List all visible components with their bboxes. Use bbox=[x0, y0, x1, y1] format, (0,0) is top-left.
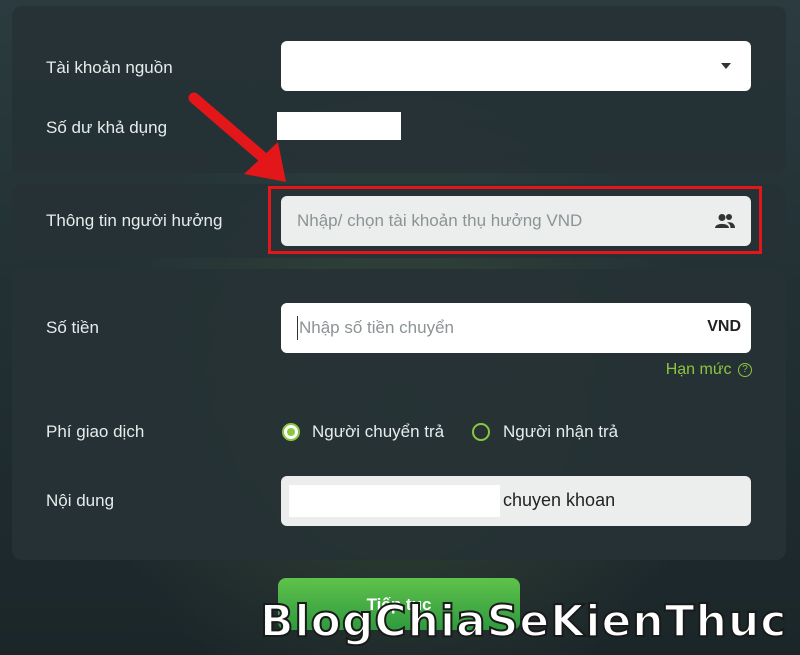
watermark-logo: BlogChiaSeKienThuc bbox=[259, 595, 788, 648]
currency-label: VND bbox=[707, 318, 741, 335]
fee-sender-label[interactable]: Người chuyển trả bbox=[312, 422, 444, 442]
amount-label: Số tiền bbox=[46, 318, 99, 337]
fee-receiver-radio[interactable] bbox=[472, 423, 490, 441]
amount-placeholder: Nhập số tiền chuyển bbox=[299, 318, 454, 337]
amount-input[interactable]: Nhập số tiền chuyển VND bbox=[281, 303, 751, 353]
highlight-box bbox=[268, 186, 762, 254]
source-account-card: Tài khoản nguồn Số dư khả dụng bbox=[12, 6, 786, 173]
fee-receiver-label[interactable]: Người nhận trả bbox=[503, 422, 618, 442]
transfer-details-card: Số tiền Nhập số tiền chuyển VND Hạn mức … bbox=[12, 269, 786, 560]
fee-sender-radio[interactable] bbox=[282, 423, 300, 441]
content-value-suffix: chuyen khoan bbox=[503, 490, 616, 510]
balance-label: Số dư khả dụng bbox=[46, 118, 168, 137]
content-input[interactable]: chuyen khoan bbox=[281, 476, 751, 526]
fee-label: Phí giao dịch bbox=[46, 422, 145, 441]
limit-link[interactable]: Hạn mức ? bbox=[666, 361, 752, 379]
source-account-select[interactable] bbox=[281, 41, 751, 91]
red-arrow-icon bbox=[188, 92, 286, 182]
source-account-label: Tài khoản nguồn bbox=[46, 58, 173, 77]
text-cursor bbox=[297, 316, 298, 340]
chevron-down-icon[interactable] bbox=[721, 63, 731, 69]
source-account-redacted-value bbox=[293, 57, 481, 75]
content-label: Nội dung bbox=[46, 491, 115, 510]
beneficiary-label: Thông tin người hưởng bbox=[46, 211, 223, 230]
help-icon: ? bbox=[738, 362, 752, 377]
content-redacted-value bbox=[289, 485, 500, 517]
limit-link-text: Hạn mức bbox=[665, 361, 732, 378]
